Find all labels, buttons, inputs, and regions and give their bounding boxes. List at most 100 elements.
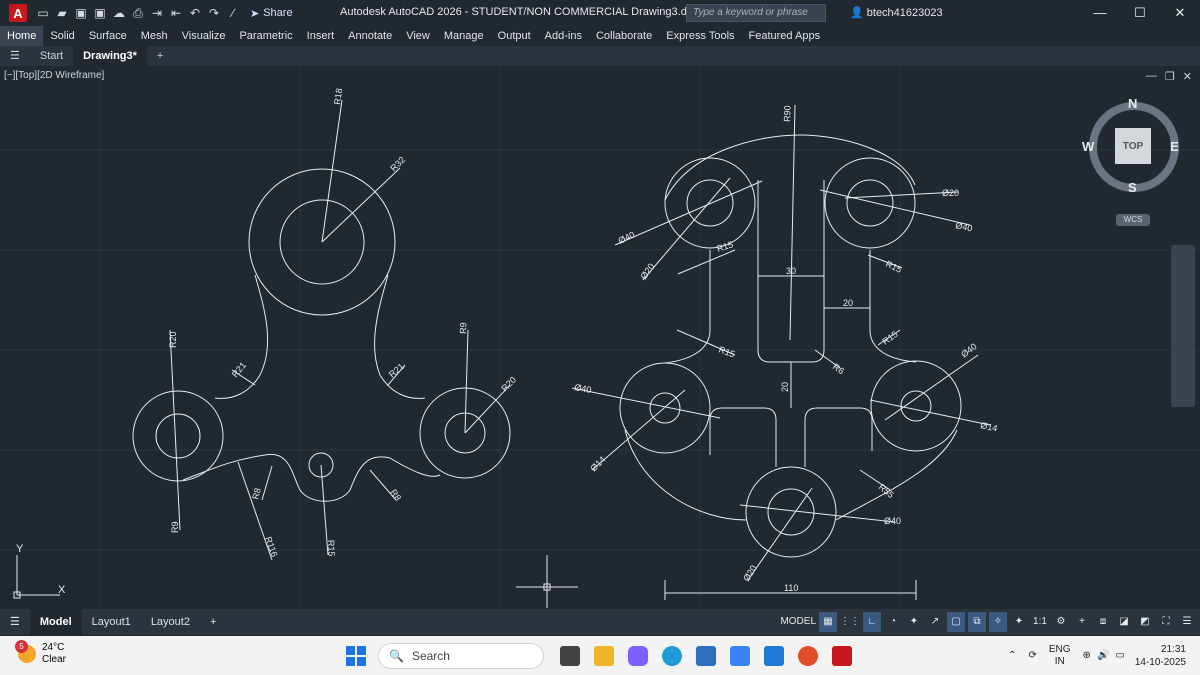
cloud-icon[interactable]: ☁ — [111, 5, 127, 21]
isolate-icon[interactable]: ⧈ — [1094, 612, 1112, 632]
store-icon[interactable] — [696, 646, 716, 666]
hamburger-menu-icon[interactable]: ☰ — [0, 46, 30, 66]
battery-icon[interactable]: ▭ — [1115, 650, 1124, 661]
compass-east[interactable]: E — [1170, 139, 1179, 154]
save-icon[interactable]: ▣ — [73, 5, 89, 21]
tab-addins[interactable]: Add-ins — [538, 26, 589, 46]
tab-start[interactable]: Start — [30, 46, 73, 66]
snap-icon[interactable]: ⋮⋮ — [840, 612, 860, 632]
language-indicator[interactable]: ENG IN — [1049, 644, 1071, 668]
annotation-scale-button[interactable]: 1:1 — [1031, 612, 1049, 632]
isodraft-icon[interactable]: ✦ — [905, 612, 923, 632]
dim-r55: R55 — [877, 482, 896, 500]
save-as-icon[interactable]: ▣ — [92, 5, 108, 21]
minimize-icon[interactable]: — — [1080, 0, 1120, 26]
tab-collaborate[interactable]: Collaborate — [589, 26, 659, 46]
compass-west[interactable]: W — [1082, 139, 1094, 154]
units-icon[interactable]: ◪ — [1115, 612, 1133, 632]
vscode-icon[interactable] — [764, 646, 784, 666]
viewcube[interactable]: TOP N S E W — [1082, 96, 1183, 196]
copilot-icon[interactable] — [628, 646, 648, 666]
object-snap-icon[interactable]: ▢ — [947, 612, 965, 632]
viewcube-top-face[interactable]: TOP — [1115, 128, 1151, 164]
new-tab-plus-icon[interactable]: + — [147, 46, 173, 66]
quick-props-icon[interactable]: ◩ — [1136, 612, 1154, 632]
autocad-app-icon[interactable] — [832, 646, 852, 666]
dim-r9: R9 — [170, 521, 180, 533]
tab-visualize[interactable]: Visualize — [175, 26, 233, 46]
share-button[interactable]: ➤ Share — [250, 7, 293, 20]
export-icon[interactable]: ⇤ — [168, 5, 184, 21]
drawing-viewport[interactable]: R18 R32 R20 R9 R21 R21 R20 R9 R8 R116 R1… — [0, 66, 1200, 608]
wcs-menu[interactable]: WCS — [1116, 214, 1150, 226]
autocad-logo[interactable]: A — [9, 4, 27, 22]
tab-output[interactable]: Output — [491, 26, 538, 46]
lineweight-icon[interactable]: ⧉ — [968, 612, 986, 632]
taskbar-search[interactable]: 🔍 Search — [378, 643, 544, 669]
tab-manage[interactable]: Manage — [437, 26, 491, 46]
right-top-arc — [664, 134, 916, 201]
properties-icon[interactable]: ∕ — [225, 5, 241, 21]
maximize-icon[interactable]: ☐ — [1120, 0, 1160, 26]
tab-annotate[interactable]: Annotate — [341, 26, 399, 46]
import-icon[interactable]: ⇥ — [149, 5, 165, 21]
close-icon[interactable]: ✕ — [1160, 0, 1200, 26]
file-explorer-icon[interactable] — [594, 646, 614, 666]
weather-widget[interactable]: 5 24°C Clear — [15, 640, 66, 666]
todo-icon[interactable] — [730, 646, 750, 666]
tab-parametric[interactable]: Parametric — [232, 26, 299, 46]
tab-home[interactable]: Home — [0, 26, 44, 46]
plus-icon[interactable]: + — [1073, 612, 1091, 632]
annotation-visibility-icon[interactable]: ✦ — [1010, 612, 1028, 632]
tab-solid[interactable]: Solid — [43, 26, 81, 46]
window-title: Autodesk AutoCAD 2026 - STUDENT/NON COMM… — [340, 6, 701, 18]
redo-icon[interactable]: ↷ — [206, 5, 222, 21]
user-account[interactable]: 👤 btech41623023 — [850, 6, 943, 19]
tab-layout1[interactable]: Layout1 — [82, 609, 141, 635]
vp-restore-icon[interactable]: ❐ — [1165, 70, 1175, 83]
chrome-icon[interactable] — [798, 646, 818, 666]
viewport-controls-label[interactable]: [−][Top][2D Wireframe] — [4, 70, 104, 81]
search-input[interactable]: Type a keyword or phrase — [686, 4, 826, 22]
tab-mesh[interactable]: Mesh — [134, 26, 175, 46]
settings-gear-icon[interactable]: ⚙ — [1052, 612, 1070, 632]
vp-minimize-icon[interactable]: — — [1146, 70, 1157, 83]
dim-d20-bottom: Ø20 — [741, 563, 758, 583]
tab-featured-apps[interactable]: Featured Apps — [742, 26, 828, 46]
windows-start-icon[interactable] — [346, 646, 366, 666]
annotation-icon[interactable]: ✧ — [989, 612, 1007, 632]
tab-surface[interactable]: Surface — [82, 26, 134, 46]
network-icon[interactable]: ⊕ — [1083, 650, 1091, 661]
object-snap-tracking-icon[interactable]: ↗ — [926, 612, 944, 632]
edge-browser-icon[interactable] — [662, 646, 682, 666]
fullscreen-icon[interactable]: ⛶ — [1157, 612, 1175, 632]
new-file-icon[interactable]: ▭ — [35, 5, 51, 21]
dim-r8-left: R8 — [250, 487, 263, 501]
polar-icon[interactable]: ◔ — [884, 612, 902, 632]
undo-icon[interactable]: ↶ — [187, 5, 203, 21]
navigation-bar[interactable] — [1171, 245, 1195, 407]
customize-icon[interactable]: ☰ — [1178, 612, 1196, 632]
tray-chevron-icon[interactable]: ⌃ — [1008, 650, 1016, 661]
tab-model[interactable]: Model — [29, 609, 82, 635]
print-icon[interactable]: ⎙ — [130, 5, 146, 21]
grid-icon[interactable]: ▦ — [819, 612, 837, 632]
vp-close-icon[interactable]: ✕ — [1183, 70, 1192, 83]
tab-layout2[interactable]: Layout2 — [141, 609, 200, 635]
clock[interactable]: 21:31 14-10-2025 — [1135, 643, 1186, 669]
viewport-window-controls: — ❐ ✕ — [1146, 70, 1192, 83]
volume-icon[interactable]: 🔊 — [1097, 650, 1109, 661]
compass-south[interactable]: S — [1128, 180, 1137, 195]
compass-north[interactable]: N — [1128, 96, 1137, 111]
ortho-icon[interactable]: ∟ — [863, 612, 881, 632]
layout-menu-icon[interactable]: ☰ — [0, 609, 30, 635]
open-folder-icon[interactable]: ▰ — [54, 5, 70, 21]
tab-drawing3[interactable]: Drawing3* — [73, 46, 147, 66]
tab-view[interactable]: View — [399, 26, 437, 46]
tab-insert[interactable]: Insert — [300, 26, 342, 46]
terminal-app-icon[interactable] — [560, 646, 580, 666]
model-space-button[interactable]: MODEL — [780, 612, 816, 632]
tab-express-tools[interactable]: Express Tools — [659, 26, 741, 46]
add-layout-icon[interactable]: + — [200, 609, 226, 635]
sync-icon[interactable]: ⟳ — [1028, 650, 1036, 661]
